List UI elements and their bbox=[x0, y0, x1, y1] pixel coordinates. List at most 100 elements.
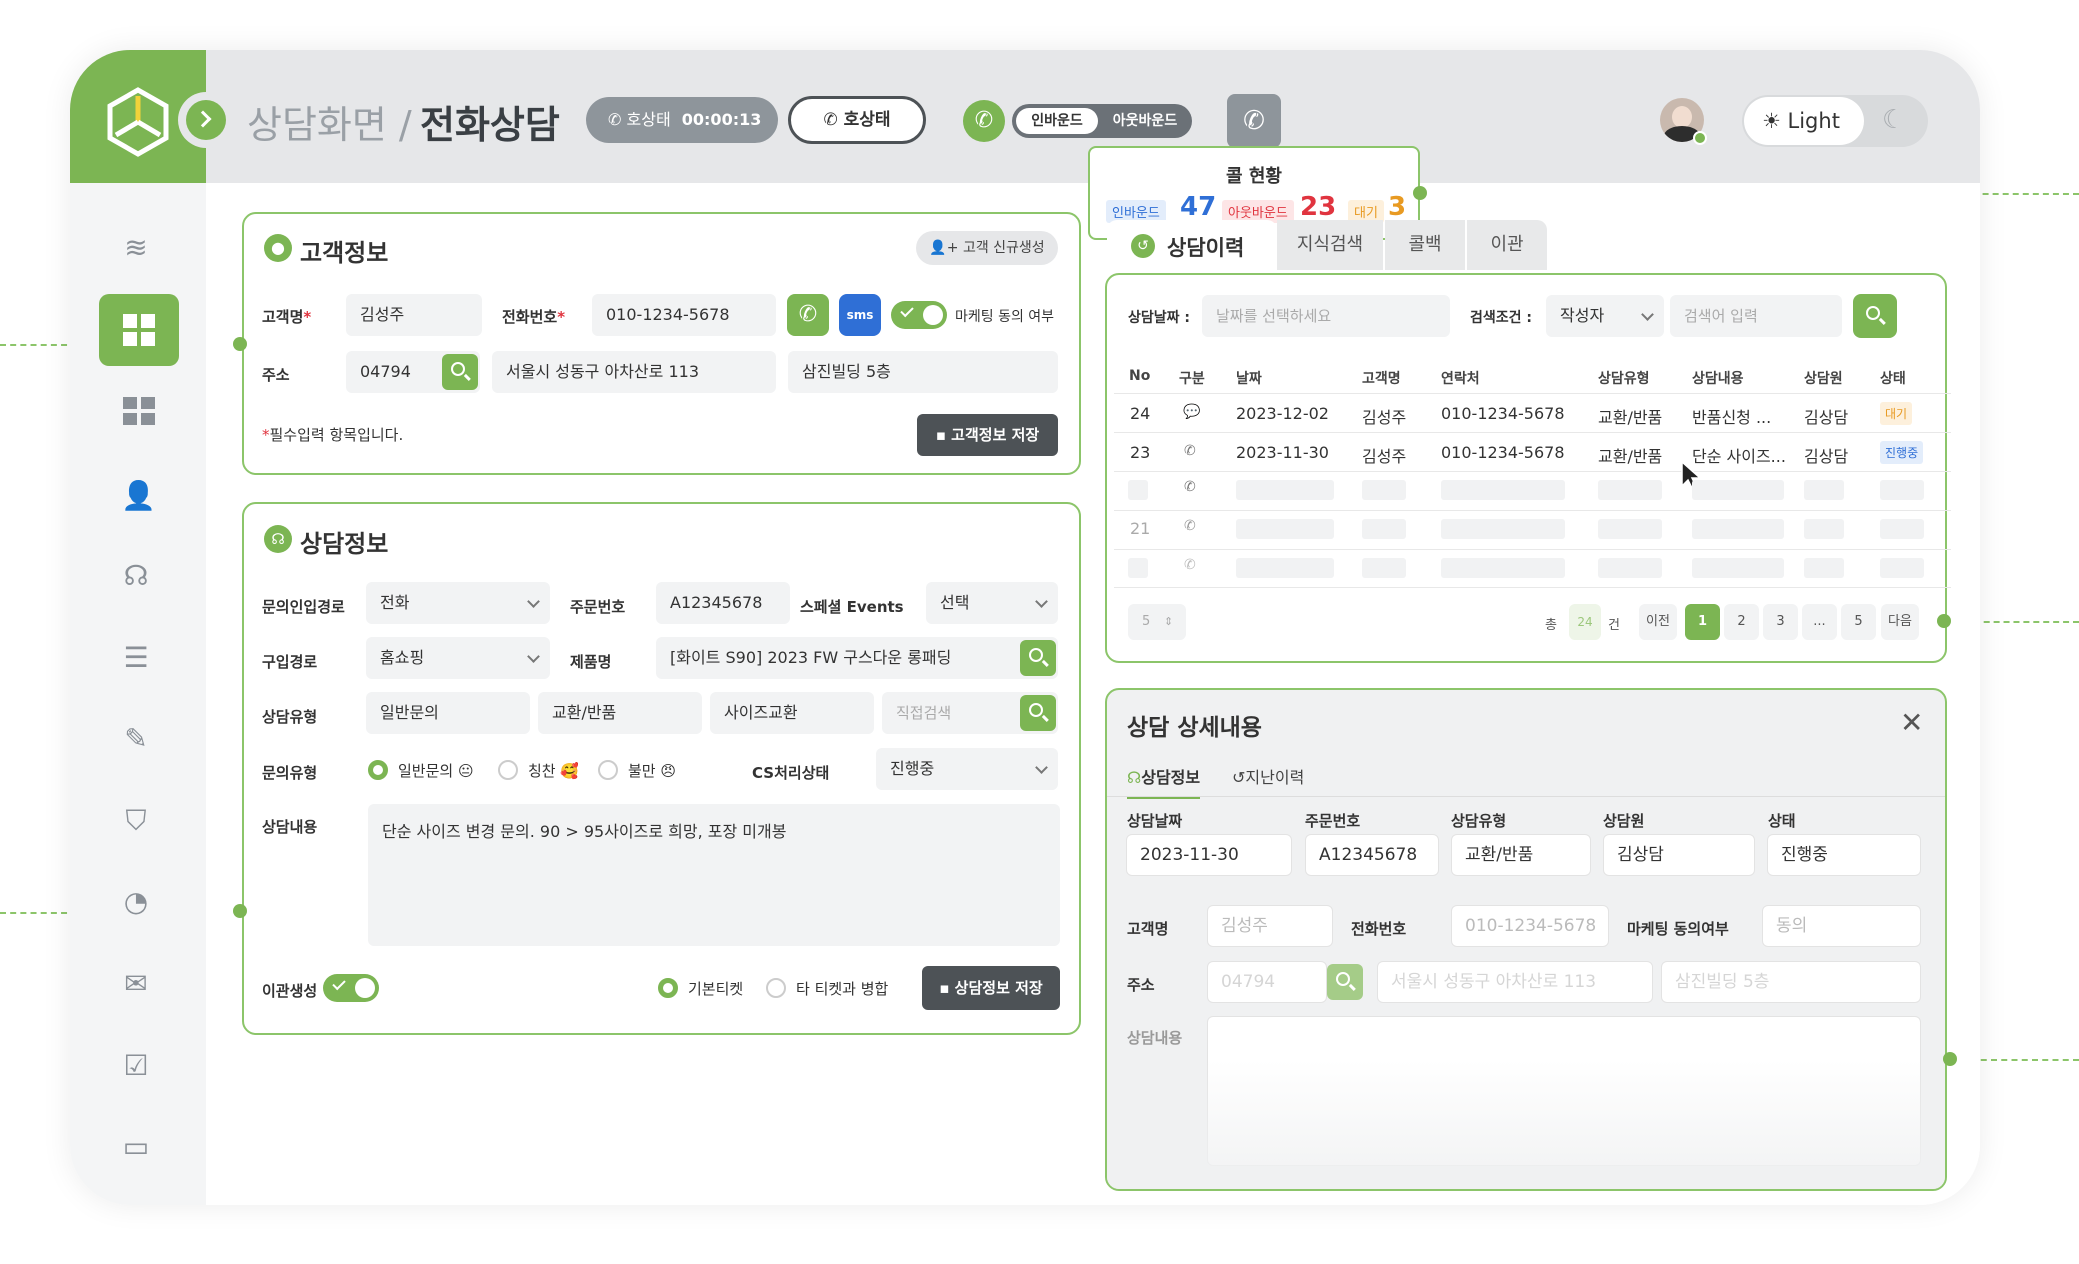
consult-type-search-button[interactable] bbox=[1020, 695, 1056, 731]
detail-content-label: 상담내용 bbox=[1127, 1029, 1183, 1047]
marketing-consent-toggle[interactable] bbox=[891, 301, 947, 329]
content-textarea[interactable]: 단순 사이즈 변경 문의. 90 > 95사이즈로 희망, 포장 미개봉 bbox=[368, 804, 1060, 946]
new-customer-button[interactable]: 👤+ 고객 신규생성 bbox=[916, 231, 1058, 265]
theme-light-option[interactable]: ☀ Light bbox=[1744, 97, 1864, 145]
page-2[interactable]: 2 bbox=[1724, 604, 1759, 640]
cs-state-select[interactable]: 진행중 bbox=[876, 748, 1058, 790]
customer-name-field[interactable]: 김성주 bbox=[346, 294, 482, 336]
tab-history-label: 상담이력 bbox=[1167, 236, 1245, 260]
radio-merge-ticket[interactable] bbox=[766, 978, 786, 998]
sidebar-item-dashboard[interactable] bbox=[99, 294, 179, 366]
connector-dot bbox=[233, 904, 247, 918]
call-state-button[interactable]: ✆ 호상태 bbox=[788, 96, 926, 144]
consult-info-title: 상담정보 bbox=[300, 530, 389, 558]
page-1[interactable]: 1 bbox=[1685, 604, 1720, 640]
inbound-outbound-toggle[interactable]: 인바운드 아웃바운드 bbox=[1012, 104, 1192, 138]
mail-icon[interactable]: ✉ bbox=[121, 969, 151, 999]
moon-icon[interactable]: ☾ bbox=[1882, 105, 1905, 135]
page-3[interactable]: 3 bbox=[1763, 604, 1798, 640]
history-icon: ↺ bbox=[1232, 768, 1246, 787]
purchase-path-select[interactable]: 홈쇼핑 bbox=[366, 637, 550, 679]
detail-status-field[interactable]: 진행중 bbox=[1767, 834, 1921, 876]
save-customer-button[interactable]: ▪ 고객정보 저장 bbox=[917, 414, 1058, 456]
grid-icon bbox=[123, 314, 155, 346]
detail-tab-info-label: 상담정보 bbox=[1141, 768, 1201, 787]
detail-date-field[interactable]: 2023-11-30 bbox=[1126, 834, 1292, 876]
address-field[interactable]: 서울시 성동구 아차산로 113 bbox=[492, 351, 776, 393]
detail-order-field[interactable]: A12345678 bbox=[1305, 834, 1439, 876]
detail-agent-field[interactable]: 김상담 bbox=[1603, 834, 1755, 876]
chevron-down-icon bbox=[1035, 595, 1048, 608]
row-content: 단순 사이즈... bbox=[1692, 447, 1786, 466]
headset-icon[interactable]: ☊ bbox=[121, 561, 151, 591]
radio-praise[interactable] bbox=[498, 760, 518, 780]
sidebar-toggle-button[interactable] bbox=[178, 92, 234, 148]
shield-icon[interactable]: ⛉ bbox=[121, 806, 151, 836]
detail-marketing-label: 마케팅 동의여부 bbox=[1627, 920, 1729, 938]
detail-tab-info[interactable]: ☊상담정보 bbox=[1127, 764, 1201, 799]
detail-name-field[interactable]: 김성주 bbox=[1207, 905, 1333, 947]
detail-marketing-field[interactable]: 동의 bbox=[1762, 905, 1921, 947]
consult-type-1[interactable]: 일반문의 bbox=[366, 692, 530, 734]
layers-icon[interactable]: ≋ bbox=[121, 233, 151, 263]
monitor-icon[interactable]: ▭ bbox=[121, 1132, 151, 1162]
radio-basic-ticket[interactable] bbox=[658, 978, 678, 998]
close-icon[interactable]: ✕ bbox=[1900, 706, 1923, 739]
address-detail-field[interactable]: 삼진빌딩 5층 bbox=[788, 351, 1058, 393]
page-5[interactable]: 5 bbox=[1841, 604, 1876, 640]
pagination-prev[interactable]: 이전 bbox=[1639, 604, 1677, 640]
status-badge: 대기 bbox=[1880, 402, 1913, 425]
consult-type-3[interactable]: 사이즈교환 bbox=[710, 692, 874, 734]
radio-general[interactable] bbox=[368, 760, 388, 780]
history-search-input[interactable]: 검색어 입력 bbox=[1670, 295, 1842, 337]
save-consult-button[interactable]: ▪ 상담정보 저장 bbox=[922, 966, 1060, 1010]
special-events-select[interactable]: 선택 bbox=[926, 582, 1058, 624]
history-search-button[interactable] bbox=[1853, 294, 1897, 338]
detail-zip-search-button[interactable] bbox=[1327, 964, 1363, 1000]
search-condition-select[interactable]: 작성자 bbox=[1546, 295, 1664, 337]
tab-transfer[interactable]: 이관 bbox=[1467, 220, 1547, 270]
order-no-field[interactable]: A12345678 bbox=[656, 582, 790, 624]
call-status-button[interactable]: ✆ bbox=[1227, 94, 1281, 148]
chevron-right-icon bbox=[186, 100, 226, 140]
product-field[interactable]: [화이트 S90] 2023 FW 구스다운 롱패딩 bbox=[656, 637, 1058, 679]
phone-wave-icon: ✆ bbox=[1243, 106, 1265, 136]
detail-phone-field[interactable]: 010-1234-5678 bbox=[1451, 905, 1609, 947]
grid-icon[interactable] bbox=[123, 397, 155, 425]
pie-chart-icon[interactable]: ◔ bbox=[121, 887, 151, 917]
save-icon: ▪ bbox=[939, 979, 955, 997]
zip-search-button[interactable] bbox=[442, 354, 478, 390]
tab-knowledge-search[interactable]: 지식검색 bbox=[1277, 220, 1383, 270]
sms-button[interactable]: sms bbox=[839, 294, 881, 336]
detail-tab-history[interactable]: ↺지난이력 bbox=[1232, 764, 1304, 788]
page-size-select[interactable]: 5 ⇕ bbox=[1128, 604, 1186, 640]
breadcrumb-parent[interactable]: 상담화면 / bbox=[247, 94, 412, 149]
call-button[interactable]: ✆ bbox=[787, 294, 829, 336]
list-icon[interactable]: ☰ bbox=[121, 643, 151, 673]
phone-field[interactable]: 010-1234-5678 bbox=[592, 294, 776, 336]
col-date: 날짜 bbox=[1236, 371, 1262, 387]
inbound-option[interactable]: 인바운드 bbox=[1016, 108, 1098, 134]
call-status-title: 콜 현황 bbox=[1226, 166, 1282, 187]
transfer-toggle[interactable] bbox=[323, 974, 379, 1002]
row-customer: 김성주 bbox=[1362, 447, 1407, 466]
clipboard-check-icon[interactable]: ☑ bbox=[121, 1051, 151, 1081]
user-settings-icon[interactable]: 👤 bbox=[121, 481, 156, 511]
detail-zip-field[interactable]: 04794 bbox=[1207, 961, 1327, 1003]
edit-icon[interactable]: ✎ bbox=[121, 724, 151, 754]
theme-toggle[interactable]: ☀ Light ☾ bbox=[1742, 95, 1928, 147]
phone-icon[interactable]: ✆ bbox=[963, 100, 1005, 142]
special-events-label: 스페셜 Events bbox=[800, 598, 904, 616]
detail-address-detail-field[interactable]: 삼진빌딩 5층 bbox=[1661, 961, 1921, 1003]
inquiry-path-select[interactable]: 전화 bbox=[366, 582, 550, 624]
history-date-picker[interactable]: 날짜를 선택하세요 bbox=[1202, 295, 1450, 337]
product-search-button[interactable] bbox=[1020, 640, 1056, 676]
pagination-next[interactable]: 다음 bbox=[1881, 604, 1919, 640]
detail-type-field[interactable]: 교환/반품 bbox=[1451, 834, 1591, 876]
tab-history[interactable]: ↺ 상담이력 bbox=[1107, 220, 1277, 270]
tab-callback[interactable]: 콜백 bbox=[1385, 220, 1465, 270]
consult-type-2[interactable]: 교환/반품 bbox=[538, 692, 702, 734]
outbound-option[interactable]: 아웃바운드 bbox=[1102, 108, 1188, 134]
detail-address-field[interactable]: 서울시 성동구 아차산로 113 bbox=[1377, 961, 1653, 1003]
radio-complaint[interactable] bbox=[598, 760, 618, 780]
